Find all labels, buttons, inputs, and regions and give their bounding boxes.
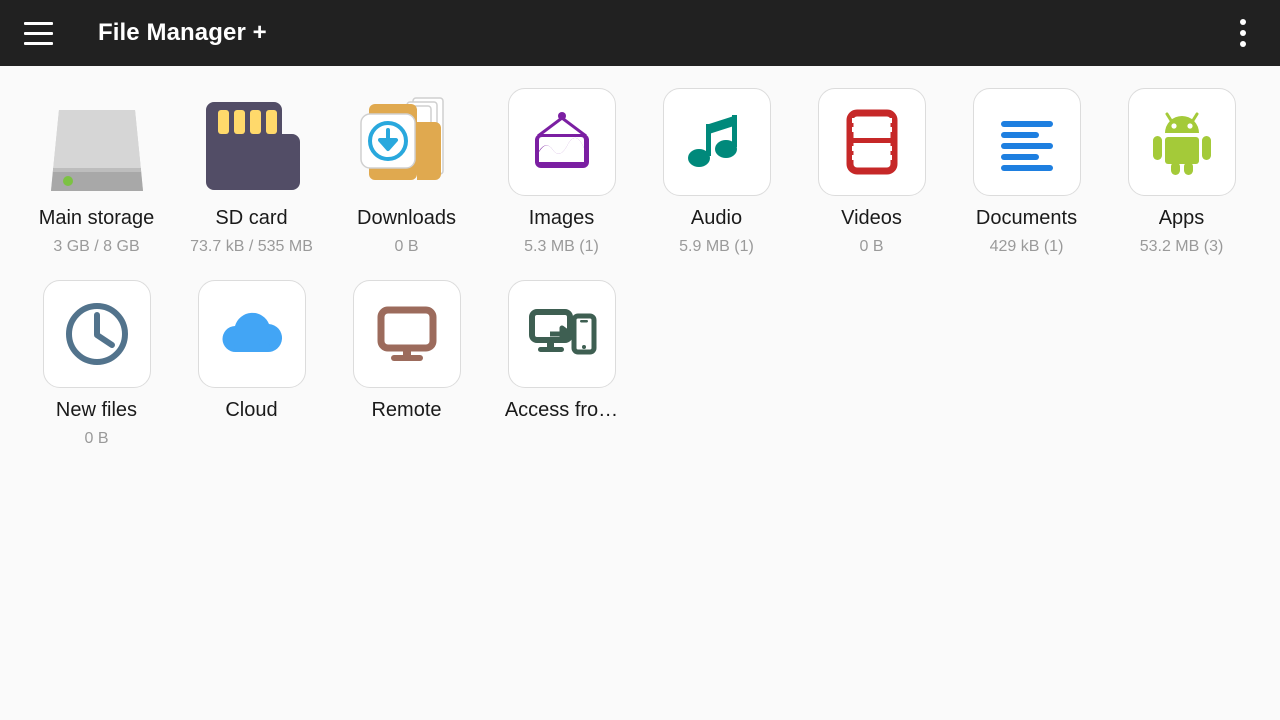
sd-card-tile <box>198 88 306 196</box>
grid-item-downloads[interactable]: Downloads 0 B <box>329 88 484 258</box>
item-label: Videos <box>841 206 902 230</box>
film-strip-icon <box>836 106 908 178</box>
grid-item-cloud[interactable]: Cloud <box>174 280 329 450</box>
item-label: New files <box>56 398 137 422</box>
sd-card-icon <box>198 88 306 196</box>
documents-tile <box>973 88 1081 196</box>
grid-item-access-from[interactable]: Access fro… <box>484 280 639 450</box>
grid-item-remote[interactable]: Remote <box>329 280 484 450</box>
item-size: 3 GB / 8 GB <box>53 236 139 258</box>
cloud-tile <box>198 280 306 388</box>
new-files-tile <box>43 280 151 388</box>
access-from-tile <box>508 280 616 388</box>
more-vert-icon[interactable] <box>1226 13 1260 53</box>
overflow-dot <box>1240 30 1246 36</box>
grid-item-new-files[interactable]: New files 0 B <box>19 280 174 450</box>
item-label: Downloads <box>357 206 456 230</box>
overflow-dot <box>1240 19 1246 25</box>
item-size: 0 B <box>859 236 883 258</box>
hamburger-bar <box>24 42 53 45</box>
item-size: 0 B <box>394 236 418 258</box>
item-label: Images <box>529 206 595 230</box>
hamburger-menu-icon[interactable] <box>18 13 58 53</box>
grid-item-videos[interactable]: Videos 0 B <box>794 88 949 258</box>
clock-icon <box>61 298 133 370</box>
remote-tile <box>353 280 461 388</box>
item-size: 5.3 MB (1) <box>524 236 599 258</box>
main-content: Main storage 3 GB / 8 GB SD card 73.7 kB… <box>0 66 1280 472</box>
item-size: 0 B <box>84 428 108 450</box>
image-icon <box>526 106 598 178</box>
hamburger-bar <box>24 22 53 25</box>
item-label: Audio <box>691 206 742 230</box>
grid-item-main-storage[interactable]: Main storage 3 GB / 8 GB <box>19 88 174 258</box>
music-note-icon <box>681 106 753 178</box>
item-size: 429 kB (1) <box>990 236 1064 258</box>
images-tile <box>508 88 616 196</box>
overflow-dot <box>1240 41 1246 47</box>
item-label: Cloud <box>225 398 277 422</box>
page-title: File Manager + <box>98 19 267 47</box>
item-label: Apps <box>1159 206 1205 230</box>
grid-item-audio[interactable]: Audio 5.9 MB (1) <box>639 88 794 258</box>
videos-tile <box>818 88 926 196</box>
monitor-to-phone-icon <box>526 298 598 370</box>
hamburger-bar <box>24 32 53 35</box>
android-robot-icon <box>1146 106 1218 178</box>
hard-drive-icon <box>43 88 151 196</box>
downloads-folder-icon <box>353 88 461 196</box>
item-label: Documents <box>976 206 1077 230</box>
audio-tile <box>663 88 771 196</box>
grid-item-sd-card[interactable]: SD card 73.7 kB / 535 MB <box>174 88 329 258</box>
item-size: 73.7 kB / 535 MB <box>190 236 313 258</box>
grid-item-documents[interactable]: Documents 429 kB (1) <box>949 88 1104 258</box>
cloud-icon <box>216 298 288 370</box>
grid-item-apps[interactable]: Apps 53.2 MB (3) <box>1104 88 1259 258</box>
app-bar: File Manager + <box>0 0 1280 66</box>
apps-tile <box>1128 88 1236 196</box>
downloads-tile <box>353 88 461 196</box>
item-label: Remote <box>371 398 441 422</box>
item-label: SD card <box>215 206 287 230</box>
document-lines-icon <box>991 106 1063 178</box>
item-size: 53.2 MB (3) <box>1140 236 1224 258</box>
monitor-icon <box>371 298 443 370</box>
storage-grid: Main storage 3 GB / 8 GB SD card 73.7 kB… <box>0 88 1280 472</box>
item-label: Access fro… <box>505 398 618 422</box>
item-label: Main storage <box>39 206 155 230</box>
grid-item-images[interactable]: Images 5.3 MB (1) <box>484 88 639 258</box>
main-storage-tile <box>43 88 151 196</box>
item-size: 5.9 MB (1) <box>679 236 754 258</box>
